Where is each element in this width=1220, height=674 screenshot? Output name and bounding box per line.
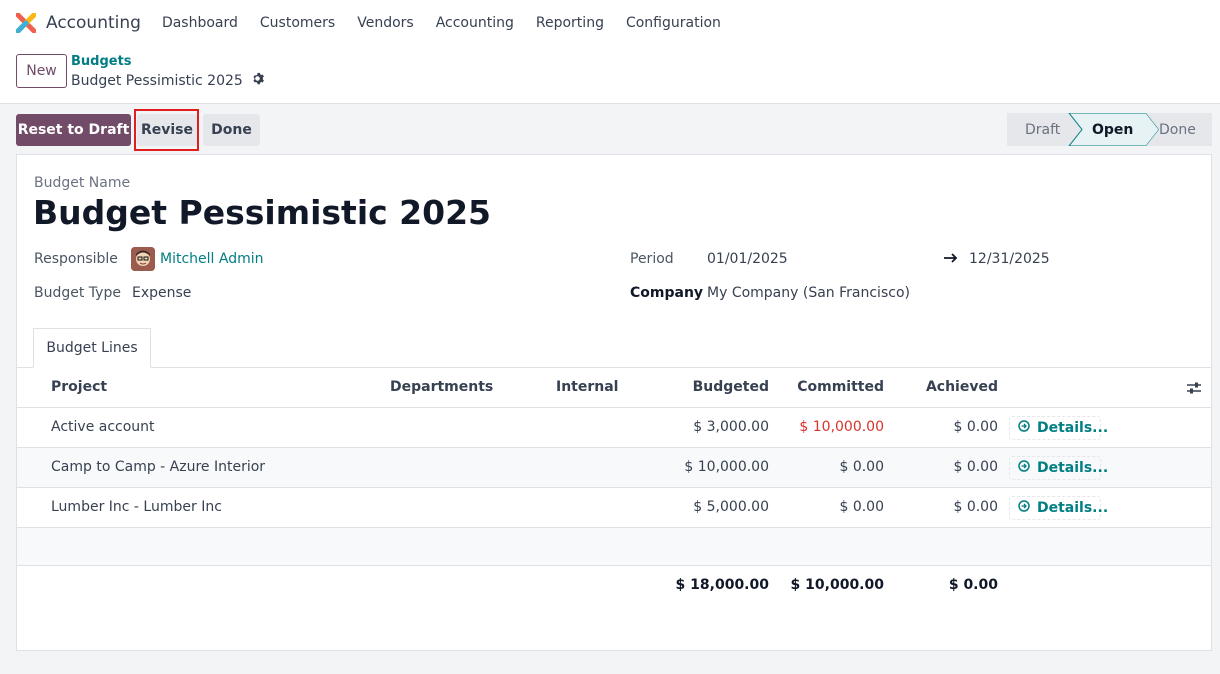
revise-button[interactable]: Revise (137, 114, 197, 146)
empty-row (17, 528, 1211, 565)
nav-vendors[interactable]: Vendors (357, 15, 413, 31)
breadcrumb-current: Budget Pessimistic 2025 (71, 72, 264, 89)
company-label: Company (630, 285, 704, 301)
budget-name-field[interactable]: Budget Pessimistic 2025 (33, 193, 491, 232)
breadcrumb-budgets[interactable]: Budgets (71, 54, 132, 69)
row-project[interactable]: Active account (51, 419, 155, 435)
period-end-field[interactable]: 12/31/2025 (969, 251, 1050, 267)
row-budgeted[interactable]: $ 10,000.00 (669, 459, 769, 475)
column-settings-icon[interactable] (1186, 381, 1202, 399)
form-sheet: Budget Name Budget Pessimistic 2025 Resp… (16, 154, 1212, 651)
nav-dashboard[interactable]: Dashboard (162, 15, 238, 31)
reset-to-draft-button[interactable]: Reset to Draft (16, 114, 131, 146)
budget-type-field[interactable]: Expense (132, 285, 191, 301)
col-budgeted[interactable]: Budgeted (669, 379, 769, 395)
col-achieved[interactable]: Achieved (898, 379, 998, 395)
top-navbar: Accounting Dashboard Customers Vendors A… (0, 0, 1220, 46)
row-committed[interactable]: $ 0.00 (784, 459, 884, 475)
total-budgeted: $ 18,000.00 (675, 577, 769, 593)
total-committed: $ 10,000.00 (790, 577, 884, 593)
row-budgeted[interactable]: $ 3,000.00 (669, 419, 769, 435)
period-start-field[interactable]: 01/01/2025 (707, 251, 788, 267)
details-button[interactable]: Details... (1009, 496, 1108, 520)
row-achieved[interactable]: $ 0.00 (898, 419, 998, 435)
col-departments[interactable]: Departments (390, 379, 493, 395)
arrow-right-icon (943, 251, 959, 269)
details-button[interactable]: Details... (1009, 456, 1108, 480)
total-achieved: $ 0.00 (948, 577, 998, 593)
control-panel: New Budgets Budget Pessimistic 2025 (0, 46, 1220, 104)
col-project[interactable]: Project (51, 379, 107, 395)
done-button[interactable]: Done (203, 114, 260, 146)
details-label: Details... (1037, 460, 1109, 476)
details-label: Details... (1037, 500, 1109, 516)
status-bar: Reset to Draft Revise Done Draft Open Do… (0, 105, 1220, 155)
arrow-circle-right-icon (1018, 460, 1030, 476)
col-internal[interactable]: Internal (556, 379, 618, 395)
stage-done[interactable]: Done (1159, 113, 1196, 146)
responsible-link[interactable]: Mitchell Admin (160, 251, 264, 267)
details-button[interactable]: Details... (1009, 416, 1108, 440)
period-label: Period (630, 251, 674, 267)
row-committed[interactable]: $ 0.00 (784, 499, 884, 515)
row-budgeted[interactable]: $ 5,000.00 (669, 499, 769, 515)
budget-name-label: Budget Name (34, 175, 131, 191)
stage-open[interactable]: Open (1092, 113, 1133, 146)
nav-reporting[interactable]: Reporting (536, 15, 604, 31)
details-label: Details... (1037, 420, 1109, 436)
nav-accounting[interactable]: Accounting (436, 15, 514, 31)
tab-budget-lines[interactable]: Budget Lines (33, 328, 151, 368)
nav-configuration[interactable]: Configuration (626, 15, 721, 31)
company-field[interactable]: My Company (San Francisco) (707, 285, 910, 301)
row-project[interactable]: Lumber Inc - Lumber Inc (51, 499, 222, 515)
avatar (131, 247, 155, 271)
breadcrumb-current-label: Budget Pessimistic 2025 (71, 72, 243, 89)
arrow-circle-right-icon (1018, 420, 1030, 436)
arrow-circle-right-icon (1018, 500, 1030, 516)
budget-type-label: Budget Type (34, 285, 121, 301)
nav-customers[interactable]: Customers (260, 15, 335, 31)
row-achieved[interactable]: $ 0.00 (898, 499, 998, 515)
new-button[interactable]: New (16, 54, 67, 88)
app-logo-icon[interactable] (15, 12, 37, 34)
row-achieved[interactable]: $ 0.00 (898, 459, 998, 475)
gear-icon[interactable] (251, 72, 264, 89)
col-committed[interactable]: Committed (784, 379, 884, 395)
tab-divider (17, 367, 1211, 368)
footer-divider (17, 565, 1211, 566)
app-name[interactable]: Accounting (46, 13, 141, 33)
row-project[interactable]: Camp to Camp - Azure Interior (51, 459, 265, 475)
responsible-label: Responsible (34, 251, 118, 267)
row-committed[interactable]: $ 10,000.00 (784, 419, 884, 435)
stage-draft[interactable]: Draft (1025, 113, 1060, 146)
